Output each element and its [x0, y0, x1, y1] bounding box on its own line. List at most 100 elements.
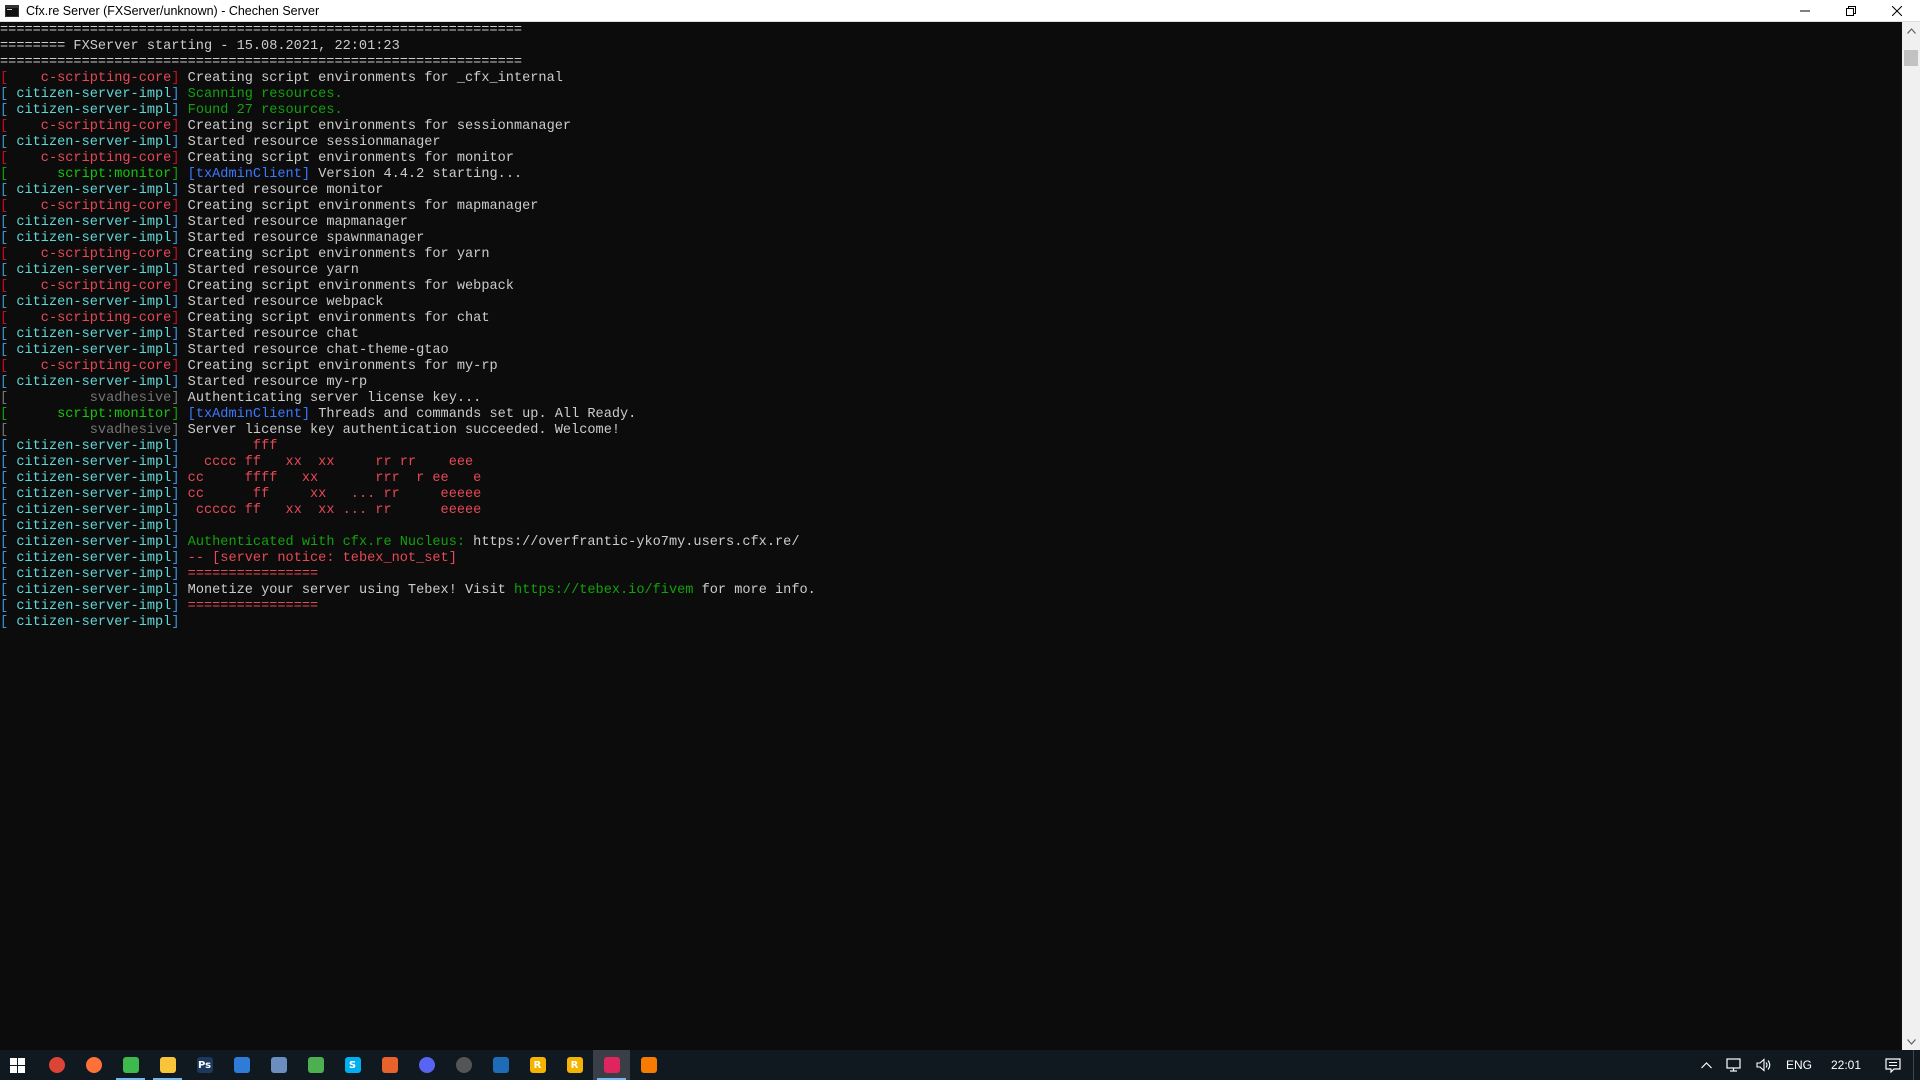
log-source-tag: citizen-server-impl [8, 599, 172, 614]
minimize-icon [1800, 10, 1810, 11]
log-line: [ svadhesive] Authenticating server lice… [0, 391, 816, 407]
log-bracket-open: [ [0, 151, 9, 166]
log-source-tag: c-scripting-core [8, 199, 172, 214]
log-bracket-open: [ [0, 455, 9, 470]
log-bracket-open: [ [0, 87, 9, 102]
taskbar-app-network-tool[interactable] [260, 1050, 297, 1080]
taskbar-app-discord[interactable] [408, 1050, 445, 1080]
taskbar-app-file-explorer[interactable] [149, 1050, 186, 1080]
skype-icon: S [344, 1057, 361, 1073]
chevron-up-icon [1906, 27, 1916, 34]
log-bracket-open: [ [0, 135, 9, 150]
scroll-up-button[interactable] [1902, 22, 1920, 39]
log-message: https://overfrantic-yko7my.users.cfx.re/ [473, 535, 800, 550]
log-source-tag: c-scripting-core [8, 71, 172, 86]
windows-logo-icon [9, 1057, 25, 1073]
log-bracket-close: ] [171, 503, 188, 518]
taskbar-app-app-dark-blue[interactable] [482, 1050, 519, 1080]
log-message: Creating script environments for _cfx_in… [187, 71, 563, 86]
minimize-button[interactable] [1782, 0, 1828, 22]
log-source-tag: citizen-server-impl [8, 583, 172, 598]
log-line: [ citizen-server-impl] fff [0, 439, 816, 455]
taskbar-app-app-green[interactable] [297, 1050, 334, 1080]
input-language[interactable]: ENG [1779, 1050, 1819, 1080]
log-source-tag: citizen-server-impl [8, 551, 172, 566]
log-line: [ citizen-server-impl] Started resource … [0, 135, 816, 151]
console-output[interactable]: ================ ================ ========… [0, 22, 1902, 1050]
start-button[interactable] [0, 1050, 34, 1080]
taskbar-app-rockstar-icon-2[interactable]: R [556, 1050, 593, 1080]
log-source-tag: citizen-server-impl [8, 615, 172, 630]
show-desktop-button[interactable] [1913, 1050, 1920, 1080]
log-message: -- [server notice: tebex_not_set] [187, 551, 457, 566]
log-line: [ citizen-server-impl] Started resource … [0, 327, 816, 343]
system-tray: ENG 22:01 [1694, 1050, 1920, 1080]
log-line: [ svadhesive] Server license key authent… [0, 423, 816, 439]
network-status[interactable] [1719, 1050, 1749, 1080]
log-bracket-open: [ [0, 215, 9, 230]
action-center-button[interactable] [1873, 1057, 1913, 1073]
log-line: ========================================… [0, 55, 816, 71]
log-bracket-close: ] [171, 615, 188, 630]
volume-control[interactable] [1749, 1050, 1779, 1080]
speaker-icon [1756, 1058, 1771, 1072]
log-line: [ c-scripting-core] Creating script envi… [0, 119, 816, 135]
taskbar-app-chrome[interactable] [38, 1050, 75, 1080]
taskbar-app-app-blue[interactable] [223, 1050, 260, 1080]
vertical-scrollbar[interactable] [1902, 22, 1920, 1050]
taskbar-app-firefox[interactable] [75, 1050, 112, 1080]
close-button[interactable] [1874, 0, 1920, 22]
log-line: [ script:monitor] [txAdminClient] Thread… [0, 407, 816, 423]
log-message: ================ [187, 599, 319, 614]
log-message: Creating script environments for yarn [187, 247, 490, 262]
log-message: Started resource monitor [187, 183, 384, 198]
log-bracket-open: [ [0, 423, 9, 438]
taskbar-app-skype[interactable]: S [334, 1050, 371, 1080]
log-source-tag: citizen-server-impl [8, 135, 172, 150]
scrollbar-thumb[interactable] [1904, 50, 1918, 66]
log-bracket-close: ] [171, 471, 188, 486]
restore-icon [1846, 5, 1856, 16]
log-bracket-open: [ [0, 311, 9, 326]
log-bracket-open: [ [0, 503, 9, 518]
app-gray-icon [455, 1057, 472, 1073]
show-hidden-icons-button[interactable] [1694, 1050, 1719, 1080]
taskbar-app-notepad[interactable] [112, 1050, 149, 1080]
restore-button[interactable] [1828, 0, 1874, 22]
log-line: [ script:monitor] [txAdminClient] Versio… [0, 167, 816, 183]
log-message: Version 4.4.2 starting... [310, 167, 523, 182]
scroll-down-button[interactable] [1902, 1033, 1920, 1050]
log-bracket-close: ] [171, 263, 188, 278]
app-orange-icon [381, 1057, 398, 1073]
log-bracket-open: [ [0, 343, 9, 358]
log-line: [ citizen-server-impl] ================ [0, 567, 816, 583]
log-message: Found 27 resources. [187, 103, 343, 118]
log-bracket-open: [ [0, 199, 9, 214]
taskbar-app-rockstar[interactable]: R [519, 1050, 556, 1080]
log-source-tag: script:monitor [8, 167, 172, 182]
chevron-down-icon [1906, 1038, 1916, 1045]
log-bracket-open: [ [0, 263, 9, 278]
log-bracket-open: [ [0, 103, 9, 118]
clock[interactable]: 22:01 [1819, 1058, 1873, 1072]
log-message: cc ffff xx rrr r ee e [187, 471, 482, 486]
log-source-tag: citizen-server-impl [8, 519, 172, 534]
taskbar-app-photoshop[interactable]: Ps [186, 1050, 223, 1080]
log-bracket-close: ] [171, 119, 188, 134]
taskbar-app-app-orange-2[interactable] [630, 1050, 667, 1080]
log-bracket-open: [ [0, 439, 9, 454]
log-bracket-open: [ [0, 119, 9, 134]
log-message: Scanning resources. [187, 87, 343, 102]
log-bracket-close: ] [171, 327, 188, 342]
taskbar-app-fxserver[interactable] [593, 1050, 630, 1080]
log-message: Creating script environments for chat [187, 311, 490, 326]
log-line: [ citizen-server-impl] Started resource … [0, 183, 816, 199]
log-message: fff [187, 439, 278, 454]
taskbar-app-app-orange[interactable] [371, 1050, 408, 1080]
taskbar-app-app-gray[interactable] [445, 1050, 482, 1080]
log-source-tag: citizen-server-impl [8, 215, 172, 230]
title-bar[interactable]: Cfx.re Server (FXServer/unknown) - Chech… [0, 0, 1920, 22]
log-line: [ citizen-server-impl] Scanning resource… [0, 87, 816, 103]
log-message: Started resource chat-theme-gtao [187, 343, 449, 358]
log-message: Started resource chat [187, 327, 359, 342]
